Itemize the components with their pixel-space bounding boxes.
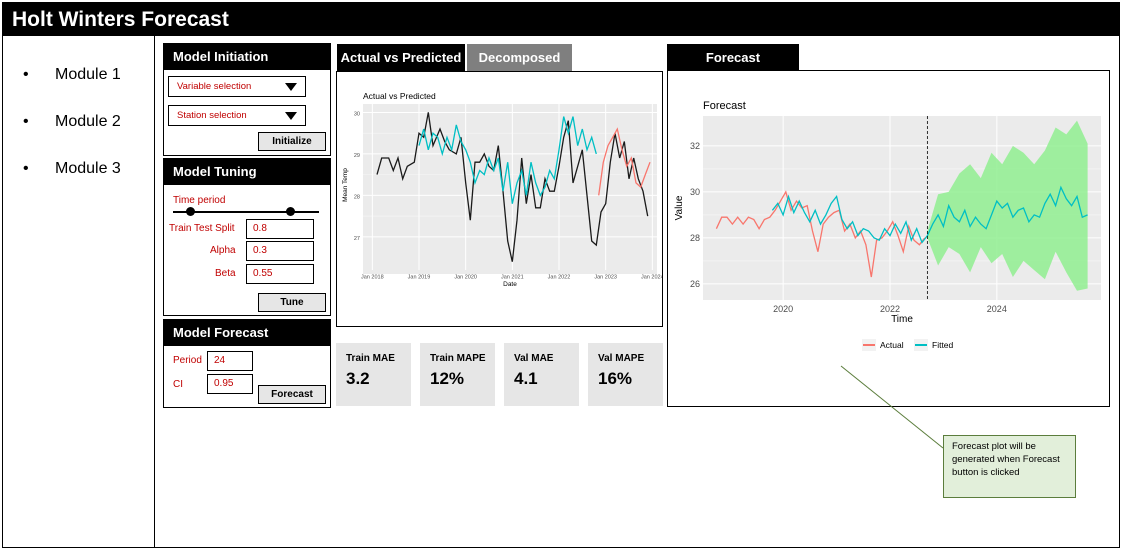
callout-line	[840, 365, 944, 449]
callout-note: Forecast plot will be generated when For…	[943, 435, 1076, 498]
